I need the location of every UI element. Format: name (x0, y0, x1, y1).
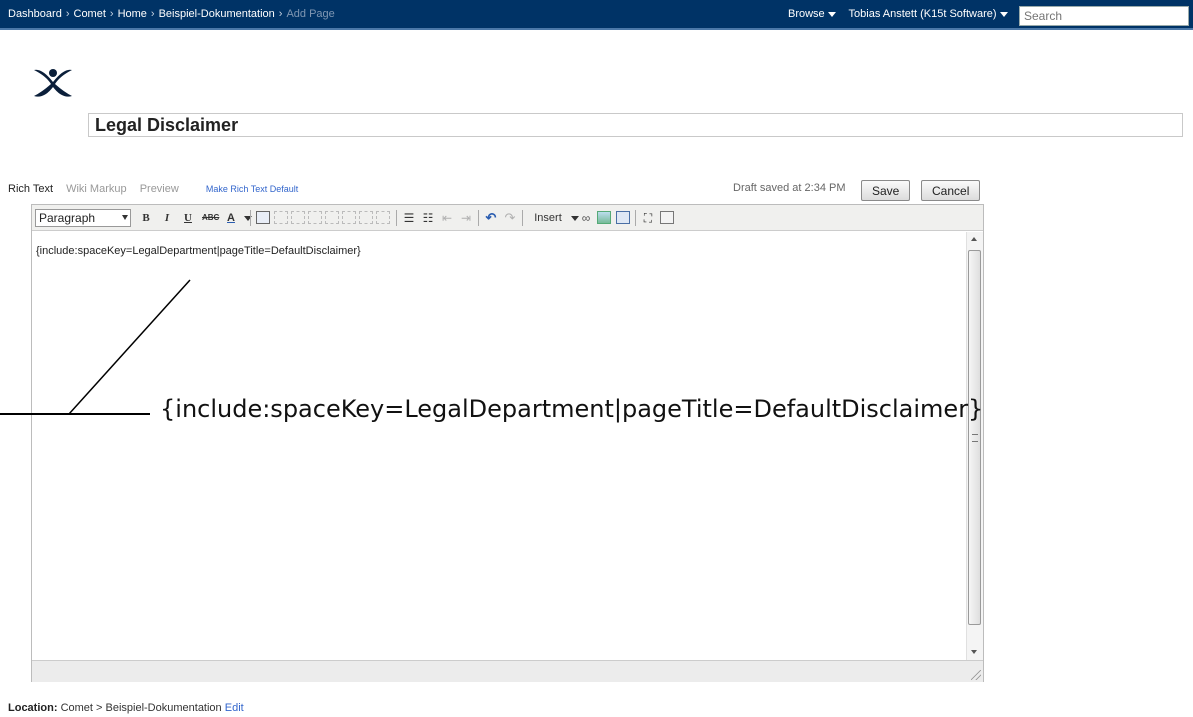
paragraph-format-select[interactable]: Paragraph (35, 209, 131, 227)
tab-preview[interactable]: Preview (140, 183, 179, 195)
numbered-list-icon[interactable]: ☷ (421, 210, 435, 226)
breadcrumb-comet[interactable]: Comet (74, 8, 106, 20)
toolbar-separator (396, 210, 397, 226)
breadcrumb-separator: › (278, 8, 283, 20)
format-select-value: Paragraph (39, 211, 96, 225)
toolbar-separator (250, 210, 251, 226)
macro-icon[interactable] (616, 211, 630, 224)
draft-status: Draft saved at 2:34 PM (733, 182, 846, 194)
underline-icon[interactable]: U (182, 210, 194, 226)
resize-handle-icon[interactable] (971, 670, 981, 680)
tab-rich-text[interactable]: Rich Text (8, 183, 53, 195)
edit-location-link[interactable]: Edit (225, 702, 244, 714)
toolbar-separator (635, 210, 636, 226)
location-label: Location: (8, 702, 58, 714)
editor-toolbar: Paragraph B I U ABC A ☰ ☷ ⇤ ⇥ ↶ ↷ Insert… (32, 205, 983, 231)
link-icon[interactable]: ∞ (579, 210, 593, 226)
breadcrumb-beispiel-dokumentation[interactable]: Beispiel-Dokumentation (159, 8, 275, 20)
editor-content-text: {include:spaceKey=LegalDepartment|pageTi… (36, 245, 361, 257)
browse-menu-label: Browse (788, 8, 825, 20)
chevron-down-icon (827, 11, 836, 17)
italic-icon[interactable]: I (161, 210, 173, 226)
toolbar-separator (522, 210, 523, 226)
breadcrumb-separator: › (109, 8, 114, 20)
editor-content-area[interactable]: {include:spaceKey=LegalDepartment|pageTi… (32, 232, 966, 660)
table-delete-icon[interactable] (376, 211, 390, 224)
editor-status-bar (32, 660, 983, 682)
breadcrumb-home[interactable]: Home (118, 8, 147, 20)
chevron-down-icon (999, 11, 1008, 17)
scroll-down-icon[interactable] (971, 650, 977, 654)
insert-table-icon[interactable] (256, 211, 270, 224)
user-menu[interactable]: Tobias Anstett (K15t Software) (849, 8, 1008, 20)
tab-wiki-markup[interactable]: Wiki Markup (66, 183, 127, 195)
scroll-up-icon[interactable] (971, 237, 977, 241)
breadcrumb-separator: › (150, 8, 155, 20)
breadcrumb-separator: › (65, 8, 70, 20)
scroll-grip-icon (972, 434, 978, 442)
insert-menu[interactable]: Insert (529, 210, 567, 226)
table-row-before-icon[interactable] (274, 211, 288, 224)
bullet-list-icon[interactable]: ☰ (402, 210, 416, 226)
redo-icon[interactable]: ↷ (503, 210, 517, 226)
undo-icon[interactable]: ↶ (484, 210, 498, 226)
fullscreen-icon[interactable]: ⛶ (641, 210, 655, 226)
editor-mode-tabs: Rich Text Wiki Markup Preview Make Rich … (8, 183, 298, 195)
breadcrumb: Dashboard › Comet › Home › Beispiel-Dokumentat… (8, 8, 335, 20)
location-path: Comet > Beispiel-Dokumentation (60, 702, 222, 714)
table-row-after-icon[interactable] (291, 211, 305, 224)
settings-icon[interactable] (660, 211, 674, 224)
top-navigation-bar: Dashboard › Comet › Home › Beispiel-Dokumentat… (0, 0, 1193, 30)
editor-scrollbar[interactable] (966, 232, 983, 660)
page-location: Location: Comet > Beispiel-Dokumentation… (8, 702, 244, 714)
page-title-field[interactable] (88, 113, 1183, 137)
top-nav-menus: Browse Tobias Anstett (K15t Software) (788, 8, 1018, 20)
table-column-after-icon[interactable] (342, 211, 356, 224)
strikethrough-icon[interactable]: ABC (202, 210, 219, 226)
chevron-down-icon[interactable] (571, 216, 579, 221)
make-rich-text-default-link[interactable]: Make Rich Text Default (206, 184, 298, 194)
table-column-before-icon[interactable] (325, 211, 339, 224)
rich-text-editor: Paragraph B I U ABC A ☰ ☷ ⇤ ⇥ ↶ ↷ Insert… (31, 204, 984, 682)
browse-menu[interactable]: Browse (788, 8, 836, 20)
indent-icon[interactable]: ⇥ (459, 210, 473, 226)
chevron-down-icon (122, 215, 128, 220)
table-delete-row-icon[interactable] (308, 211, 322, 224)
user-menu-label: Tobias Anstett (K15t Software) (848, 8, 997, 20)
table-delete-column-icon[interactable] (359, 211, 373, 224)
confluence-logo-icon (34, 69, 72, 97)
outdent-icon[interactable]: ⇤ (440, 210, 454, 226)
breadcrumb-current-page: Add Page (286, 8, 335, 20)
scrollbar-thumb[interactable] (968, 250, 981, 625)
bold-icon[interactable]: B (140, 210, 152, 226)
save-button[interactable]: Save (861, 180, 911, 201)
cancel-button[interactable]: Cancel (921, 180, 981, 201)
insert-menu-label: Insert (534, 212, 562, 224)
text-color-icon[interactable]: A (224, 210, 238, 226)
breadcrumb-dashboard[interactable]: Dashboard (8, 8, 62, 20)
image-icon[interactable] (597, 211, 611, 224)
search-input[interactable] (1019, 6, 1189, 26)
toolbar-separator (478, 210, 479, 226)
callout-annotation-text: {include:spaceKey=LegalDepartment|pageTi… (160, 395, 984, 423)
